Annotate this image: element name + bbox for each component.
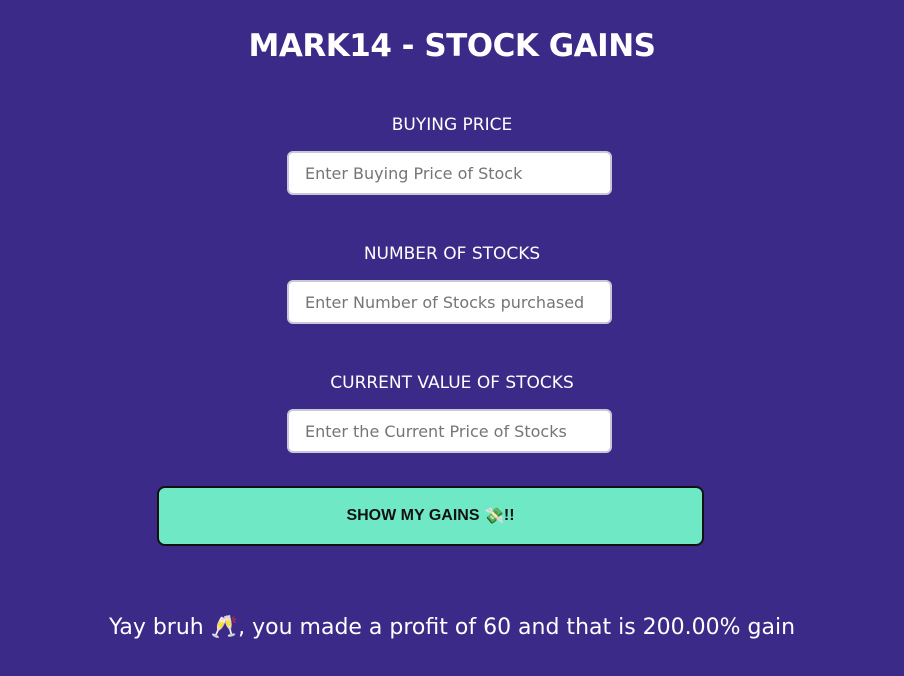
show-my-gains-label: SHOW MY GAINS xyxy=(346,507,484,524)
show-my-gains-suffix: !! xyxy=(503,507,515,524)
current-value-label: CURRENT VALUE OF STOCKS xyxy=(330,373,574,393)
number-of-stocks-input[interactable] xyxy=(287,280,612,324)
show-my-gains-button[interactable]: SHOW MY GAINS 💸!! xyxy=(157,486,704,546)
buying-price-label: BUYING PRICE xyxy=(391,115,513,135)
buying-price-input[interactable] xyxy=(287,151,612,195)
number-of-stocks-label: NUMBER OF STOCKS xyxy=(363,244,541,264)
result-message: Yay bruh 🥂, you made a profit of 60 and … xyxy=(108,615,796,640)
money-icon: 💸 xyxy=(483,508,504,525)
page-title: MARK14 - STOCK GAINS xyxy=(248,28,656,64)
current-value-input[interactable] xyxy=(287,409,612,453)
